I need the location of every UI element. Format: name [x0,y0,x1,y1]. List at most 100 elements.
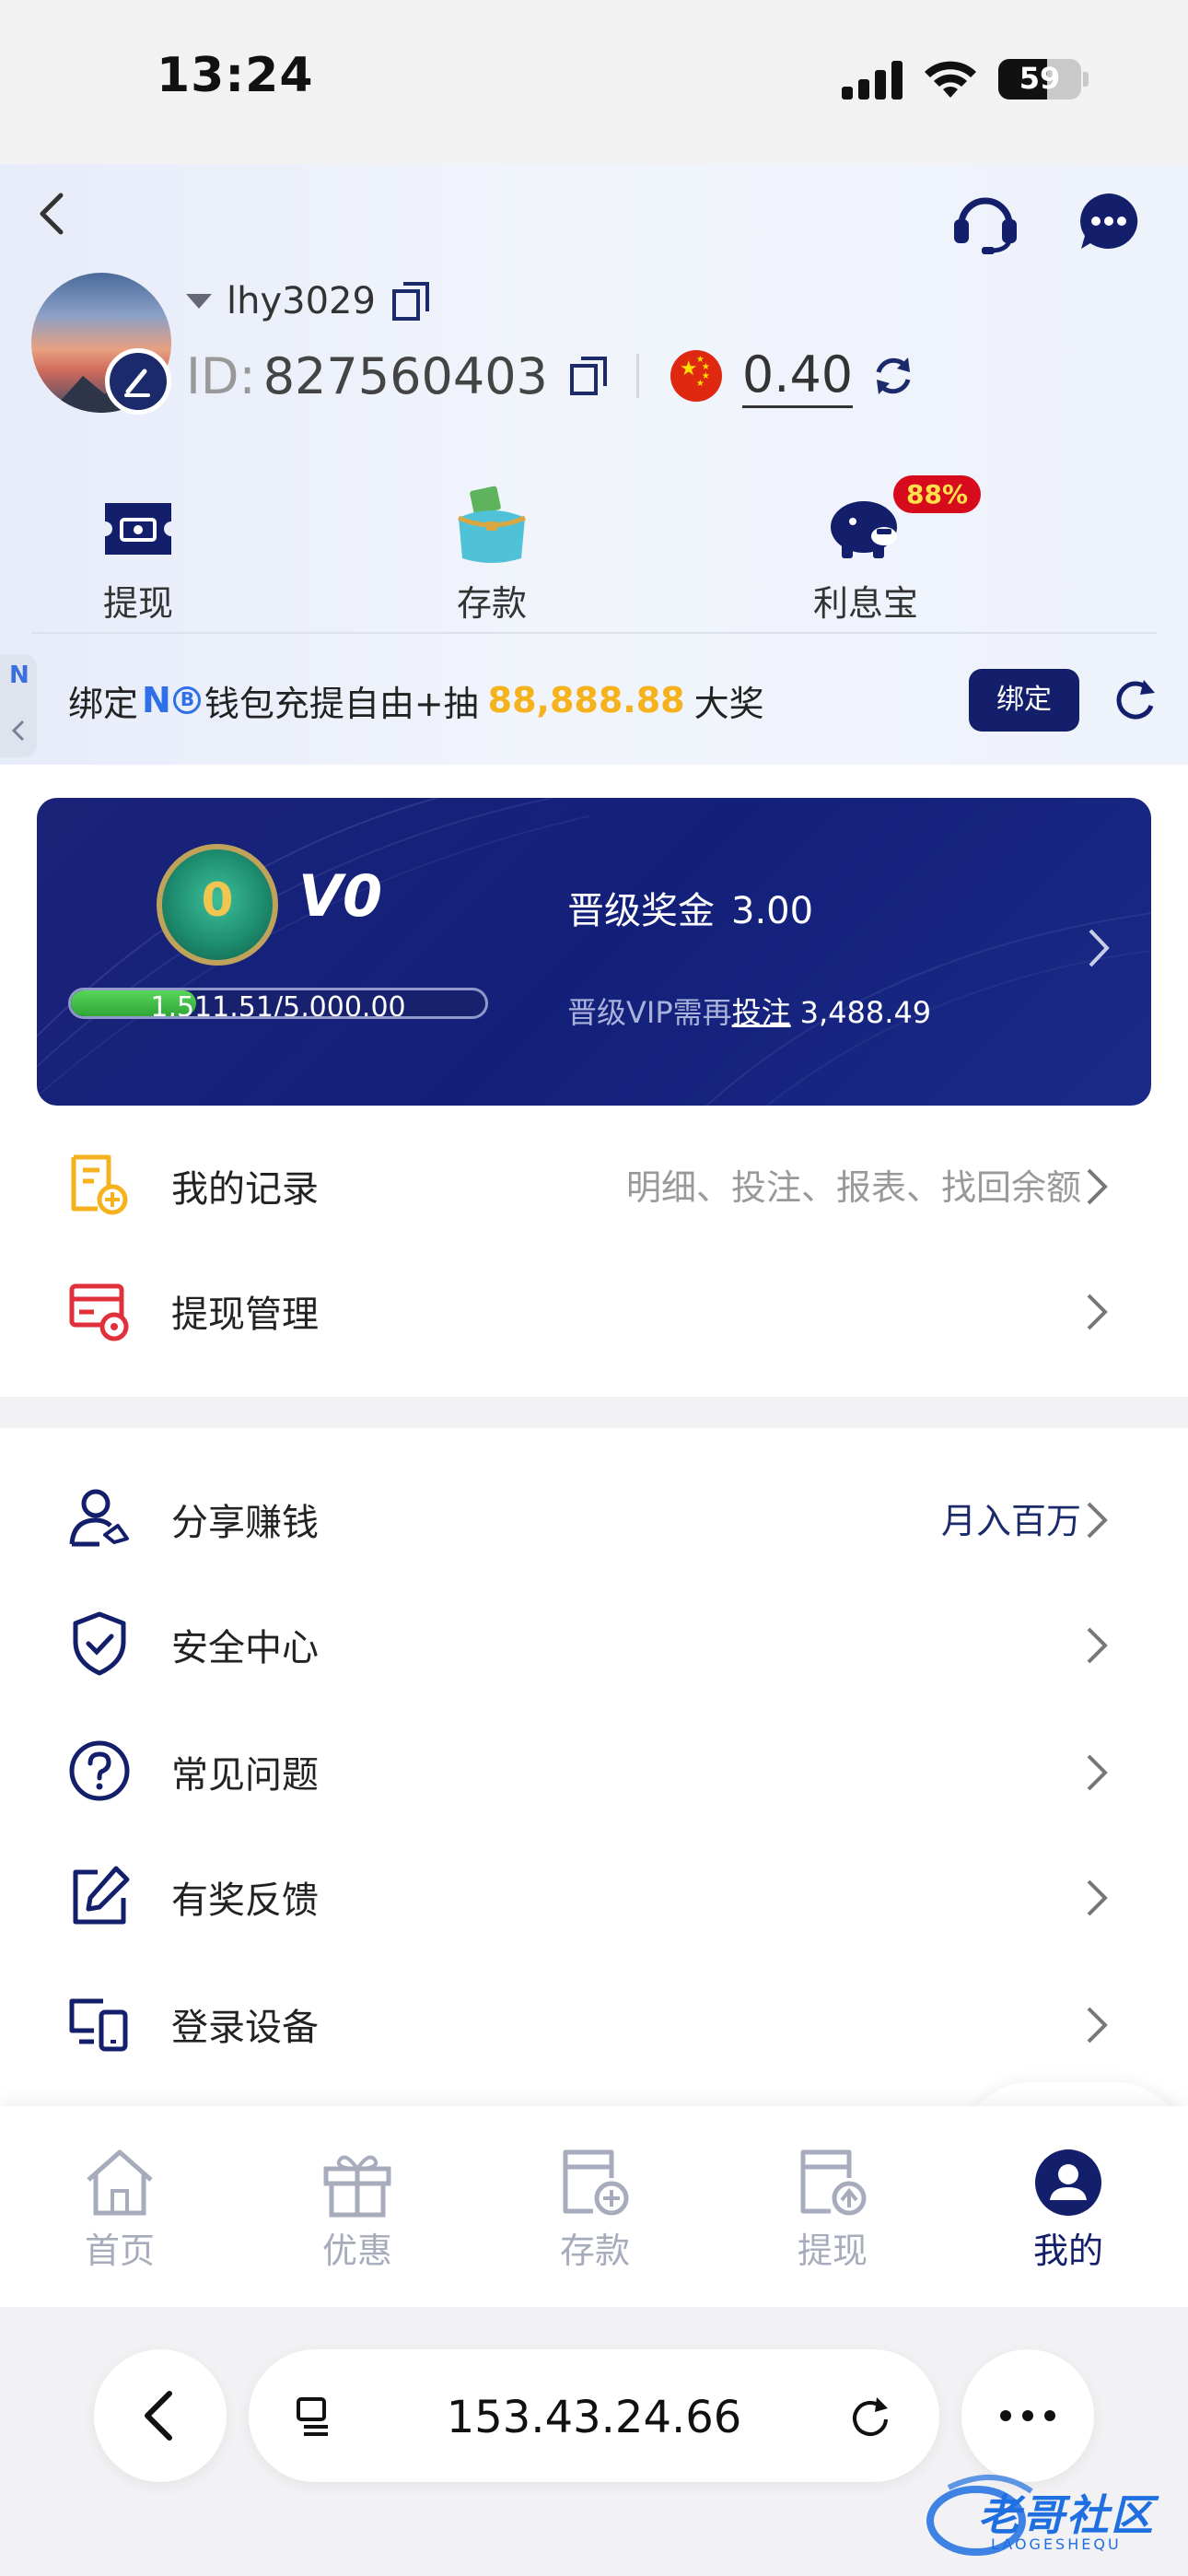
battery-percent: 59 [1019,61,1061,96]
menu-item-feedback[interactable]: 有奖反馈 [0,1835,1188,1955]
status-time: 13:24 [157,48,314,103]
menu-item-withdraw-management[interactable]: 提现管理 [0,1249,1188,1369]
quick-action-deposit[interactable]: 存款 [390,479,593,626]
chevron-right-icon [1087,1754,1108,1791]
watermark-subtext: LAOGESHEQU [991,2535,1122,2553]
nb-wallet-logo: N [142,680,201,720]
copy-id-icon[interactable] [568,355,609,397]
refresh-balance-icon[interactable] [868,350,919,402]
chevron-right-icon [1087,1168,1108,1205]
menu-label: 提现管理 [171,1294,319,1336]
browser-url: 153.43.24.66 [446,2392,742,2443]
back-chevron-icon[interactable] [31,188,72,240]
browser-more-button[interactable] [961,2349,1094,2482]
tab-label: 存款 [559,2231,630,2271]
shield-check-icon [73,1611,126,1676]
status-bar: 13:24 59 [0,0,1188,164]
menu-extra: 明细、投注、报表、找回余额 [625,1167,1081,1208]
vip-bonus-label: 晋级奖金 [567,890,715,932]
chevron-right-icon [1089,929,1110,967]
deposit-card-icon [563,2149,629,2216]
promo-amount: 88,888.88 [487,680,685,720]
bind-wallet-button[interactable]: 绑定 [969,669,1079,732]
profile-icon [1035,2149,1101,2216]
tab-profile[interactable]: 我的 [976,2137,1160,2276]
menu-item-security[interactable]: 安全中心 [0,1583,1188,1703]
wifi-icon [925,61,976,98]
menu-extra: 月入百万 [940,1501,1081,1541]
more-dots-icon [1000,2410,1055,2421]
quick-action-withdraw[interactable]: 提现 [37,479,239,626]
tab-home[interactable]: 首页 [28,2137,212,2276]
menu-label: 有奖反馈 [171,1879,319,1922]
vip-requirement: 晋级VIP需再投注 3,488.49 [567,989,931,1032]
chevron-right-icon [1087,1627,1108,1664]
tab-label: 优惠 [321,2231,392,2271]
deposit-wallet-icon [457,486,527,563]
chevron-left-icon [11,720,25,742]
promo-suffix: 大奖 [693,683,764,724]
vip-progress-text: 1,511.51/5,000.00 [150,991,406,1019]
battery-cap [1083,72,1089,87]
browser-back-button[interactable] [94,2349,227,2482]
quick-action-label: 利息宝 [812,583,918,624]
records-icon [71,1154,128,1215]
promo-middle: 钱包充提自由+抽 [204,683,479,724]
quick-action-interest[interactable]: 88% 利息宝 [764,475,982,626]
page: 13:24 59 lhy3029 ID: 827560403 ★ ★ ★ ★ ★… [0,0,1188,2576]
withdraw-ticket-icon [105,503,171,555]
menu-item-records[interactable]: 我的记录 明细、投注、报表、找回余额 [0,1124,1188,1244]
vip-bonus-value: 3.00 [731,890,814,932]
balance-amount: 0.40 [741,345,854,408]
section-divider [0,1397,1188,1428]
share-user-icon [69,1489,129,1547]
chevron-right-icon [1087,1879,1108,1916]
caret-down-icon[interactable] [186,294,212,309]
tab-label: 我的 [1032,2231,1103,2271]
watermark-text: 老哥社区 [978,2490,1155,2540]
id-divider [635,354,639,398]
withdraw-settings-icon [69,1283,129,1341]
china-flag-icon: ★ ★ ★ ★ ★ [670,350,722,402]
tab-deposit[interactable]: 存款 [503,2137,687,2276]
vip-card[interactable]: 0 V0 1,511.51/5,000.00 晋级奖金 3.00 晋级VIP需再投… [37,798,1151,1106]
tab-label: 首页 [84,2231,155,2271]
chevron-left-icon [145,2391,172,2441]
nb-coin-icon [172,686,201,714]
vip-need-value: 3,488.49 [799,995,932,1030]
devices-icon [69,1998,128,2052]
tab-withdraw[interactable]: 提现 [740,2137,925,2276]
vip-need-prefix: 晋级VIP需再 [567,995,732,1030]
quick-action-label: 存款 [456,583,527,624]
vip-medal-icon: 0 [157,844,278,966]
withdraw-card-icon [800,2149,867,2216]
pencil-icon [124,369,150,397]
browser-address-bar[interactable]: 153.43.24.66 [249,2349,939,2482]
username-row: lhy3029 [186,278,431,324]
quick-actions: 提现 存款 88% 利息宝 [37,475,1151,626]
vip-level: V0 [298,862,383,930]
interest-rate-badge: 88% [893,475,982,513]
menu-label: 分享赚钱 [171,1502,319,1544]
chat-bubble-icon[interactable] [1077,192,1140,251]
tab-promotions[interactable]: 优惠 [265,2137,449,2276]
promo-refresh-icon[interactable] [1111,674,1160,724]
menu-label: 我的记录 [171,1168,319,1211]
avatar-edit-button[interactable] [105,348,171,415]
chevron-right-icon [1087,1294,1108,1330]
menu-item-devices[interactable]: 登录设备 [0,1962,1188,2082]
side-drawer-tab[interactable]: N [0,654,37,757]
header-divider [31,632,1157,634]
menu-item-faq[interactable]: 常见问题 [0,1710,1188,1830]
side-tab-label: N [9,662,29,689]
chevron-right-icon [1087,2007,1108,2043]
home-icon [87,2149,153,2216]
username: lhy3029 [227,280,376,322]
vip-bet-link[interactable]: 投注 [732,995,791,1030]
customer-support-icon[interactable] [949,188,1022,254]
menu-item-share[interactable]: 分享赚钱 月入百万 [0,1458,1188,1577]
id-row: ID: 827560403 ★ ★ ★ ★ ★ 0.40 [186,341,919,411]
menu-label: 常见问题 [171,1754,319,1797]
reload-icon[interactable] [845,2392,895,2441]
copy-username-icon[interactable] [390,280,431,322]
